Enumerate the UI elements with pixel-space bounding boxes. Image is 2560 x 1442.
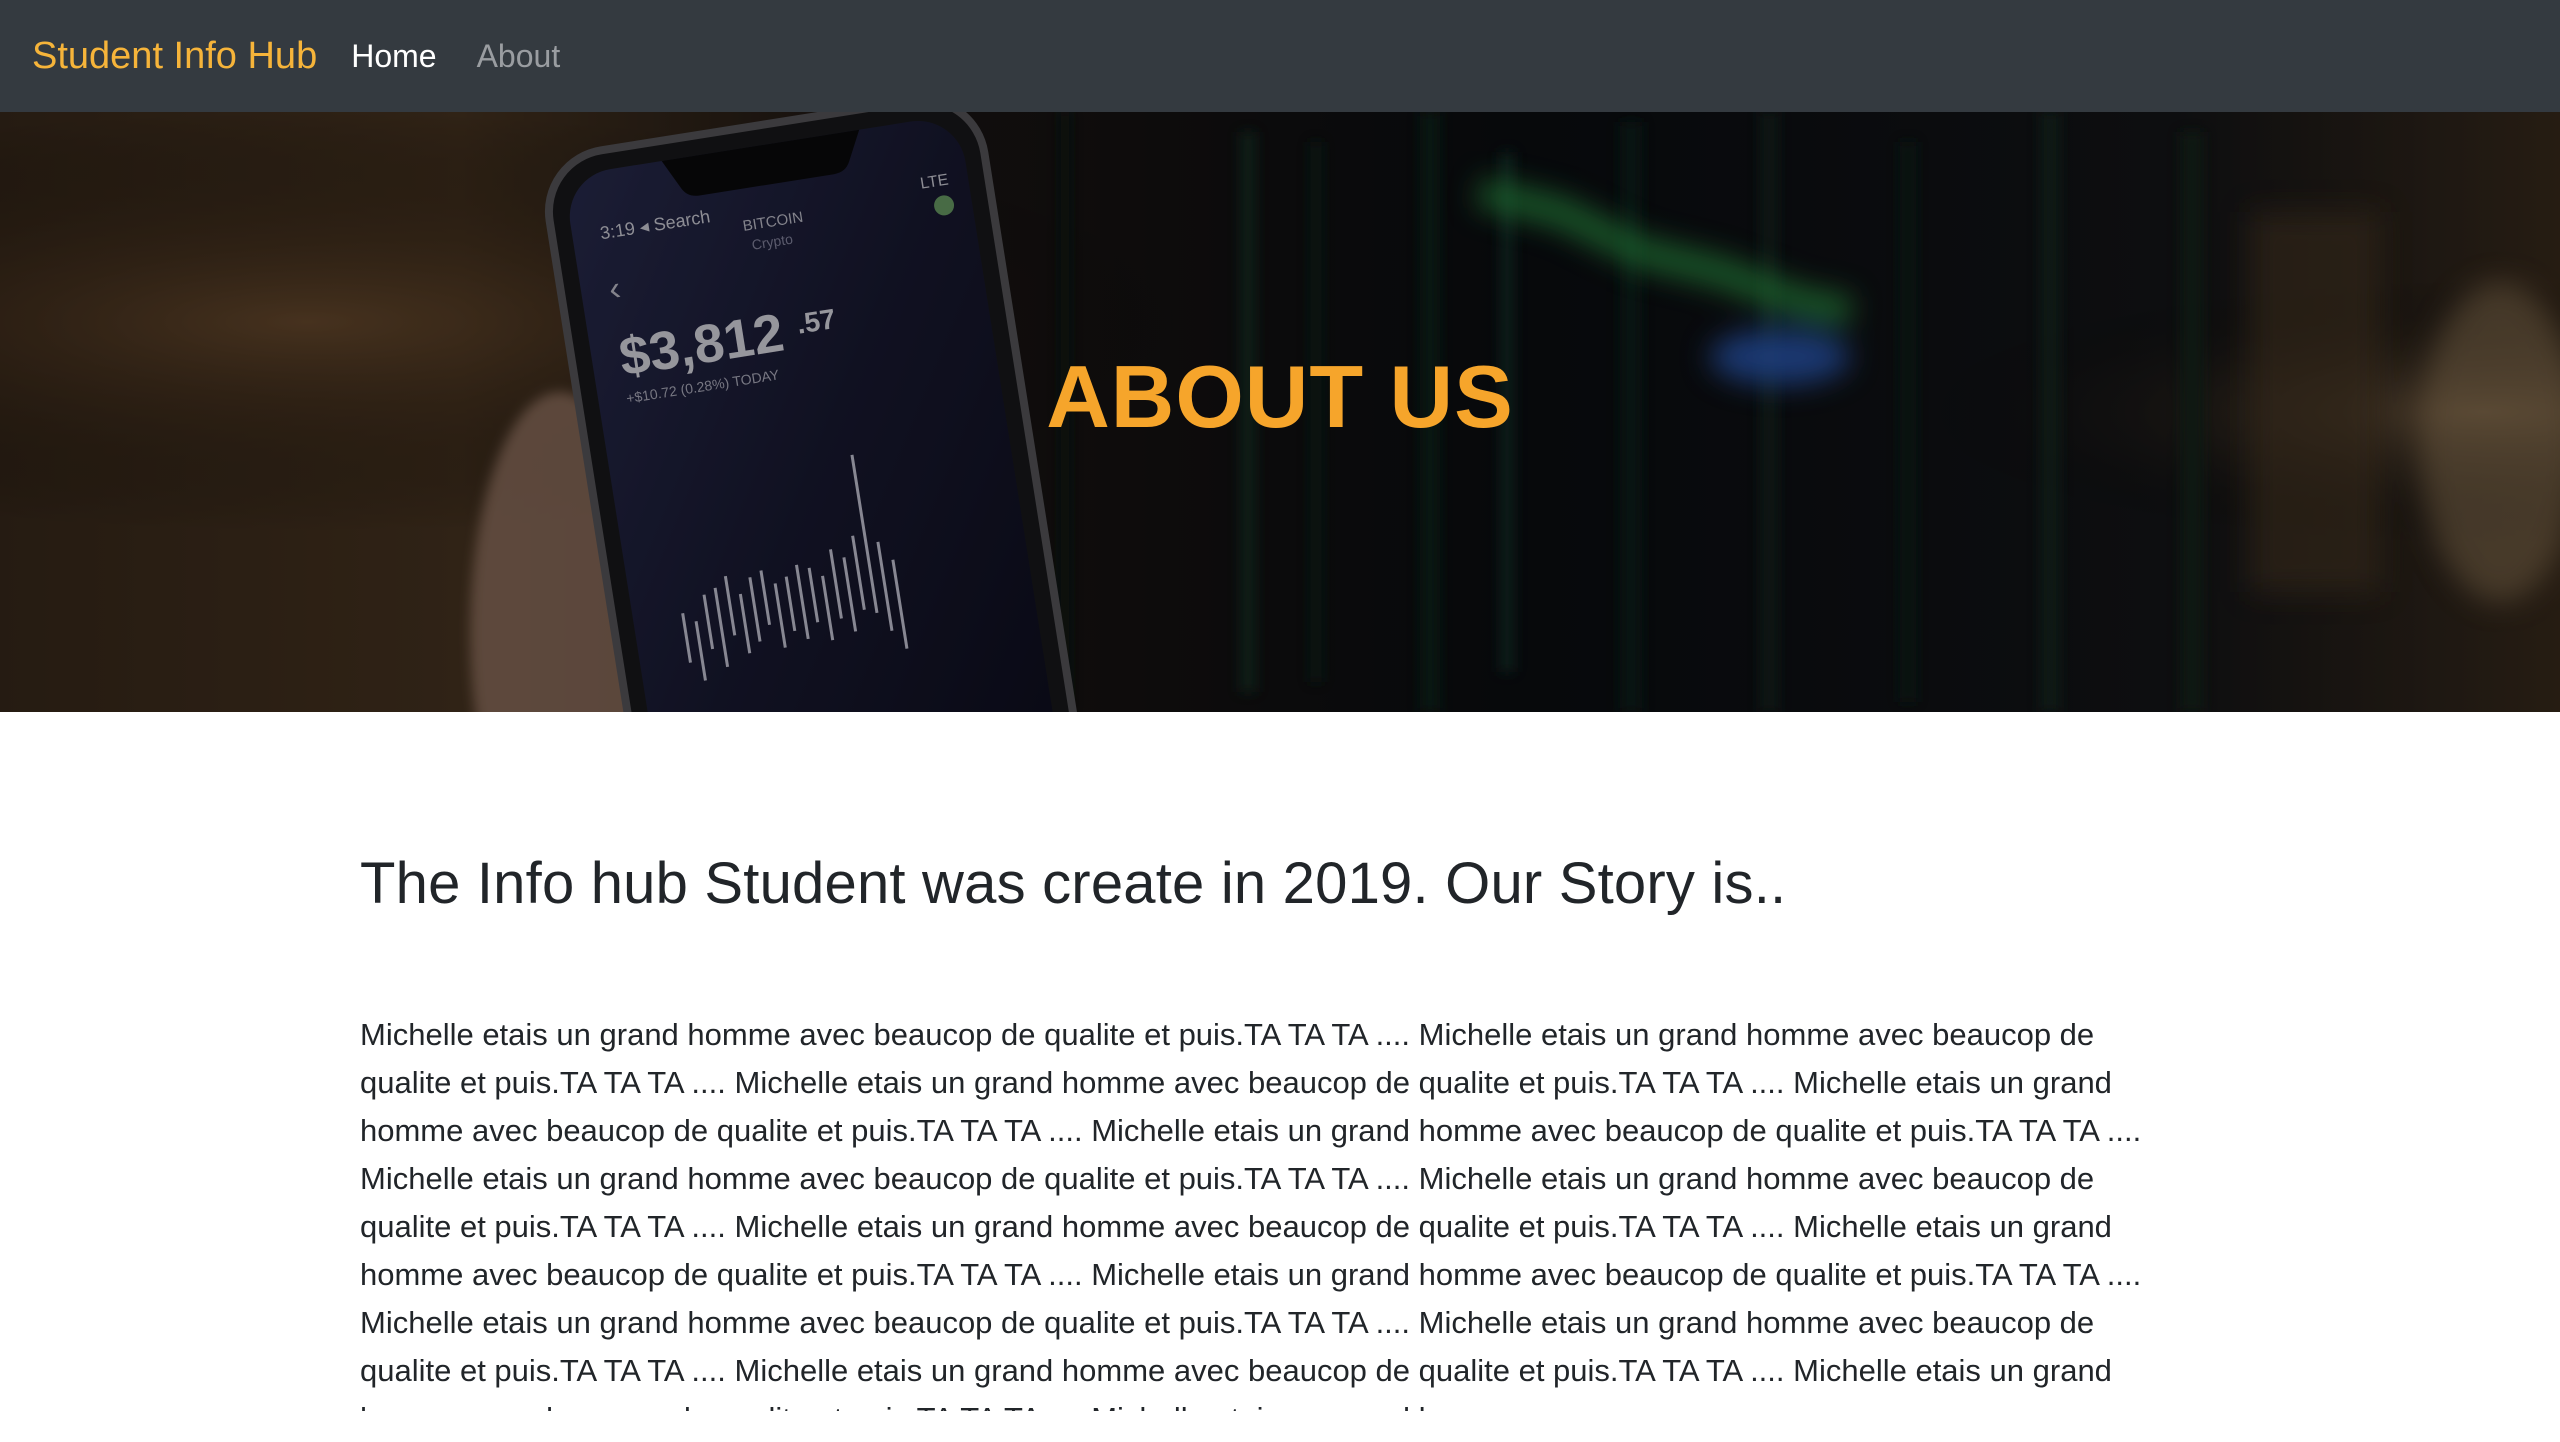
hero-title: ABOUT US bbox=[1046, 347, 1514, 446]
nav-link-about[interactable]: About bbox=[477, 38, 561, 75]
story-heading: The Info hub Student was create in 2019.… bbox=[360, 851, 1787, 916]
main-content: The Info hub Student was create in 2019.… bbox=[360, 850, 2190, 1411]
hero-banner: 3:19 ◂ Search LTE BITCOIN Crypto ‹ $3,81… bbox=[0, 112, 2560, 712]
navbar: Student Info Hub Home About bbox=[0, 0, 2560, 112]
nav-link-home[interactable]: Home bbox=[351, 38, 436, 75]
brand-link[interactable]: Student Info Hub bbox=[32, 35, 317, 78]
story-body: Michelle etais un grand homme avec beauc… bbox=[360, 1017, 2142, 1411]
